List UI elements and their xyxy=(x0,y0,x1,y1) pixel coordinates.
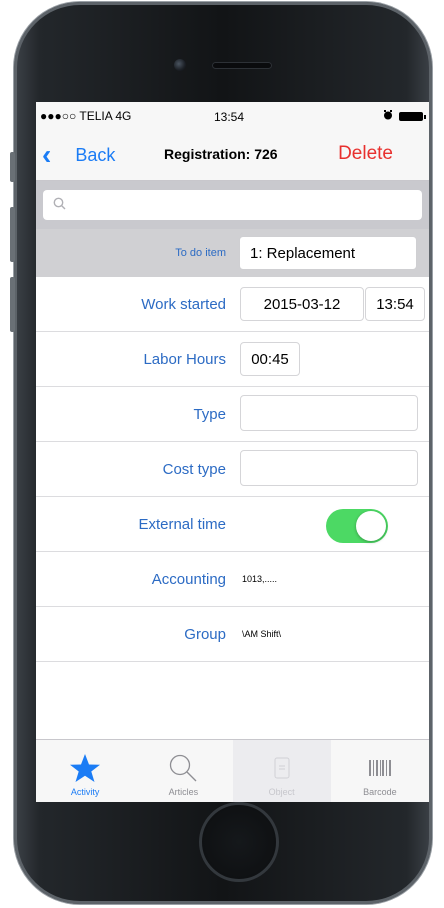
back-button[interactable]: ‹ Back xyxy=(36,141,115,169)
labor-hours-field[interactable]: 00:45 xyxy=(240,342,300,376)
mute-switch xyxy=(10,152,15,182)
tab-articles[interactable]: Articles xyxy=(134,740,232,802)
search-input[interactable] xyxy=(43,190,422,220)
row-group: Group \AM Shift\ xyxy=(36,607,429,662)
star-icon xyxy=(69,753,101,783)
todo-item-field[interactable]: 1: Replacement xyxy=(239,236,417,270)
page-title: Registration: 726 xyxy=(164,146,278,162)
magnifier-icon xyxy=(168,753,198,783)
labor-hours-label: Labor Hours xyxy=(143,350,226,368)
carrier-signal: ●●●○○ TELIA 4G xyxy=(40,109,132,123)
volume-down-button xyxy=(10,277,15,332)
group-value[interactable]: \AM Shift\ xyxy=(242,607,281,661)
document-icon xyxy=(274,753,290,783)
chevron-left-icon: ‹ xyxy=(42,139,52,170)
alarm-icon xyxy=(383,109,393,123)
type-label: Type xyxy=(193,405,226,423)
navigation-bar: ‹ Back Registration: 726 Delete xyxy=(36,130,429,181)
screen: ●●●○○ TELIA 4G 13:54 ‹ Back Registration… xyxy=(36,102,429,802)
toggle-knob xyxy=(356,511,386,541)
status-time: 13:54 xyxy=(214,110,245,124)
cost-type-label: Cost type xyxy=(162,460,226,478)
barcode-icon xyxy=(368,753,392,783)
row-work-started: Work started 2015-03-12 13:54 xyxy=(36,277,429,332)
back-label: Back xyxy=(75,144,116,165)
tab-articles-label: Articles xyxy=(168,787,199,797)
type-field[interactable] xyxy=(240,395,418,431)
tab-object-label: Object xyxy=(268,787,295,797)
row-todo-item: To do item 1: Replacement xyxy=(36,229,429,277)
tab-barcode[interactable]: Barcode xyxy=(331,740,429,802)
accounting-value[interactable]: 1013,..... xyxy=(242,552,277,606)
tab-object[interactable]: Object xyxy=(232,740,331,802)
volume-up-button xyxy=(10,207,15,262)
work-started-date-field[interactable]: 2015-03-12 xyxy=(240,287,364,321)
accounting-label: Accounting xyxy=(151,570,226,588)
earpiece-speaker xyxy=(212,62,272,69)
tab-activity-label: Activity xyxy=(70,787,100,797)
search-bar xyxy=(36,181,429,229)
status-bar: ●●●○○ TELIA 4G 13:54 xyxy=(36,102,429,130)
tab-bar: Activity Articles Object Barcode xyxy=(36,739,429,802)
row-type: Type xyxy=(36,387,429,442)
row-accounting: Accounting 1013,..... xyxy=(36,552,429,607)
row-cost-type: Cost type xyxy=(36,442,429,497)
todo-item-label: To do item xyxy=(175,247,226,259)
home-button[interactable] xyxy=(199,802,279,882)
external-time-label: External time xyxy=(138,515,226,533)
work-started-time-field[interactable]: 13:54 xyxy=(365,287,425,321)
tab-barcode-label: Barcode xyxy=(363,787,397,797)
row-labor-hours: Labor Hours 00:45 xyxy=(36,332,429,387)
front-camera xyxy=(174,59,186,71)
tab-activity[interactable]: Activity xyxy=(36,740,134,802)
group-label: Group xyxy=(184,625,226,643)
battery-icon xyxy=(399,111,426,121)
external-time-toggle[interactable] xyxy=(326,509,388,543)
cost-type-field[interactable] xyxy=(240,450,418,486)
search-icon xyxy=(53,197,66,213)
row-external-time: External time xyxy=(36,497,429,552)
delete-button[interactable]: Delete xyxy=(338,143,393,165)
work-started-label: Work started xyxy=(141,295,226,313)
